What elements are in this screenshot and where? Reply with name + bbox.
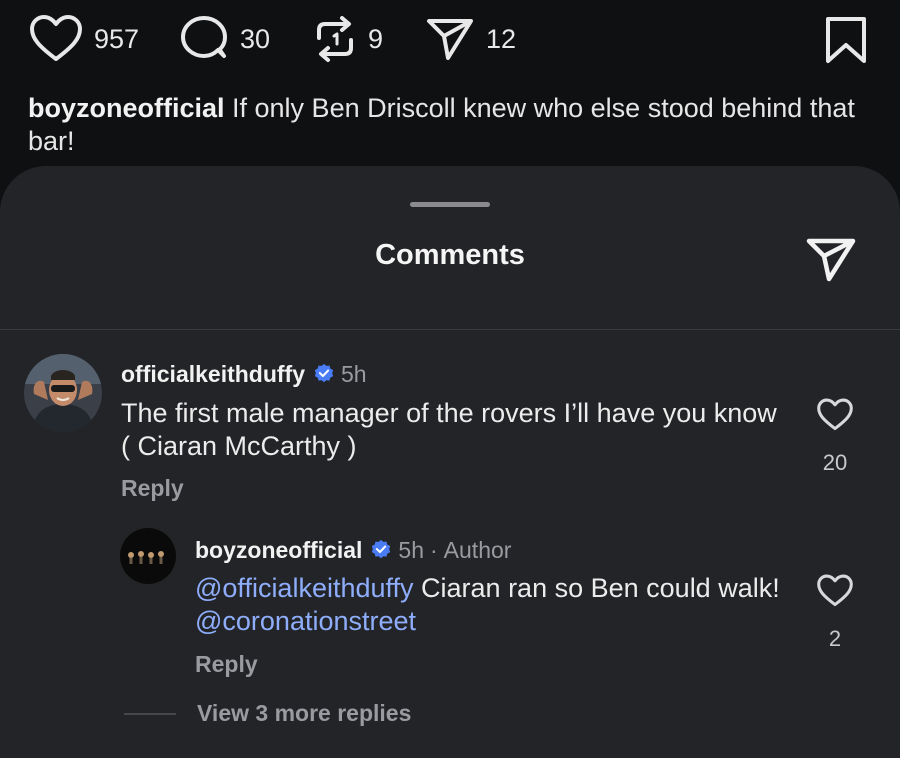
like-button[interactable]: 957 xyxy=(28,14,139,64)
bookmark-button[interactable] xyxy=(824,16,868,69)
view-more-replies-button[interactable]: View 3 more replies xyxy=(197,700,411,727)
reply-text: @officialkeithduffy Ciaran ran so Ben co… xyxy=(195,572,785,638)
comments-sheet: Comments officialkeithduffy 5h The first… xyxy=(0,166,900,758)
comment-count: 30 xyxy=(240,23,271,54)
bookmark-icon xyxy=(826,17,866,63)
reply-like-button[interactable]: 2 xyxy=(805,574,865,652)
avatar[interactable] xyxy=(120,528,176,584)
comment-timestamp: 5h xyxy=(341,360,367,387)
repost-button[interactable]: 9 xyxy=(312,14,383,64)
comment-button[interactable]: 30 xyxy=(178,14,270,64)
post-caption: boyzoneofficial If only Ben Driscoll kne… xyxy=(28,92,878,158)
verified-badge-icon xyxy=(314,363,334,383)
repost-count: 9 xyxy=(368,23,384,54)
reply-username[interactable]: boyzoneofficial xyxy=(195,537,362,564)
post-action-bar: 957 30 9 12 xyxy=(28,14,868,64)
avatar[interactable] xyxy=(24,354,102,432)
heart-icon xyxy=(30,15,82,61)
header-separator: · xyxy=(430,536,438,563)
share-button[interactable]: 12 xyxy=(424,14,516,64)
send-icon xyxy=(806,238,856,282)
comment-header: officialkeithduffy 5h xyxy=(121,358,367,390)
verified-badge-icon xyxy=(372,539,391,559)
caption-username[interactable]: boyzoneofficial xyxy=(28,93,225,123)
threads-post-view: 957 30 9 12 boyzoneofficial If only Ben … xyxy=(0,0,900,758)
mention-link[interactable]: @coronationstreet xyxy=(195,606,416,636)
comment-like-count: 20 xyxy=(822,450,848,475)
comment-bubble-icon xyxy=(181,16,227,58)
thread-line xyxy=(124,713,176,715)
reply-text-body: Ciaran ran so Ben could walk! xyxy=(413,573,780,603)
sheet-title: Comments xyxy=(375,239,525,271)
sheet-divider xyxy=(0,329,900,330)
heart-icon xyxy=(817,574,853,607)
send-icon xyxy=(427,19,473,60)
repost-icon xyxy=(317,16,353,62)
comment-text: The first male manager of the rovers I’l… xyxy=(121,398,777,461)
sheet-share-button[interactable] xyxy=(804,234,858,289)
reply-button[interactable]: Reply xyxy=(195,651,258,678)
share-count: 12 xyxy=(486,23,517,54)
like-count: 957 xyxy=(94,23,140,54)
reply-button[interactable]: Reply xyxy=(121,475,184,502)
reply-header: boyzoneofficial 5h · Author xyxy=(195,534,511,566)
comment-username[interactable]: officialkeithduffy xyxy=(121,361,305,388)
reply-like-count: 2 xyxy=(828,626,842,651)
author-badge: Author xyxy=(443,536,512,563)
sheet-grabber[interactable] xyxy=(410,202,490,207)
comment-like-button[interactable]: 20 xyxy=(805,398,865,476)
heart-icon xyxy=(817,398,853,431)
mention-link[interactable]: @officialkeithduffy xyxy=(195,573,414,603)
reply-timestamp: 5h xyxy=(398,536,424,563)
